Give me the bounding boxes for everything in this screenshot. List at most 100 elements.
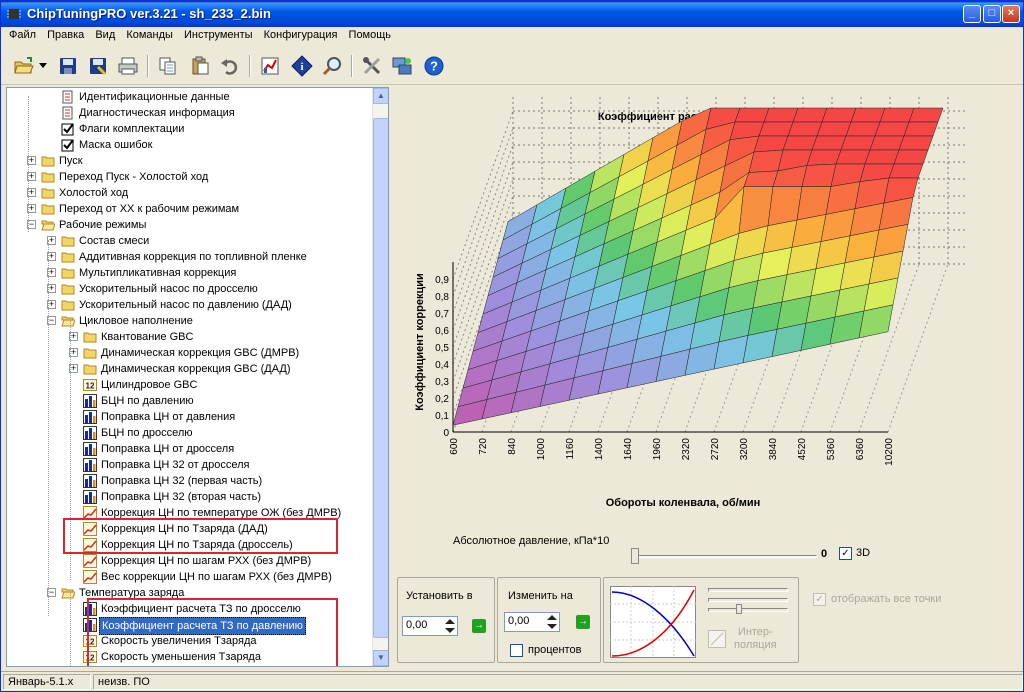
menu-file[interactable]: Файл: [5, 27, 40, 43]
tree-item[interactable]: Поправка ЦН от давления: [7, 409, 373, 425]
set-spinner[interactable]: [442, 617, 458, 635]
menu-tools[interactable]: Инструменты: [180, 27, 257, 43]
tree-item[interactable]: − Цикловое наполнение: [7, 313, 373, 329]
status-ecu: Январь-5.1.x: [3, 674, 91, 690]
interp-slider-thumb[interactable]: [736, 604, 742, 614]
tree-item-label: Динамическая коррекция GBC (ДМРВ): [101, 347, 300, 359]
pressure-slider[interactable]: [631, 548, 817, 564]
menu-commands[interactable]: Команды: [122, 27, 177, 43]
tree-item[interactable]: БЦН по давлению: [7, 393, 373, 409]
undo-icon[interactable]: [217, 53, 243, 79]
scroll-up-button[interactable]: ▲: [373, 88, 388, 104]
bar-chart-icon: [83, 426, 97, 440]
dropdown-arrow-icon[interactable]: [37, 53, 49, 79]
percent-label: процентов: [528, 644, 582, 656]
surface-patch: [874, 121, 910, 137]
tree-item[interactable]: 12 Цилиндровое GBC: [7, 377, 373, 393]
tree-item[interactable]: Поправка ЦН 32 (вторая часть): [7, 489, 373, 505]
checkbox-3d[interactable]: ✓: [839, 547, 852, 560]
interp-slider-2[interactable]: [708, 598, 788, 602]
window-title: ChipTuningPRO ver.3.21 - sh_233_2.bin: [27, 6, 271, 21]
maximize-button[interactable]: □: [983, 5, 1001, 23]
tree-item-label: Поправка ЦН 32 (вторая часть): [101, 491, 262, 503]
x-tick-label: 10200: [884, 438, 895, 466]
menu-edit[interactable]: Правка: [43, 27, 88, 43]
tree-item[interactable]: Диагностическая информация: [7, 105, 373, 121]
tree-item[interactable]: + Ускорительный насос по дросселю: [7, 281, 373, 297]
menu-config[interactable]: Конфигурация: [260, 27, 342, 43]
folder-icon: [83, 346, 97, 360]
doc-icon: [61, 90, 75, 104]
scroll-down-button[interactable]: ▼: [373, 650, 388, 666]
surface-patch: [879, 107, 915, 123]
folder-icon: [41, 154, 55, 168]
slider-thumb[interactable]: [631, 548, 639, 564]
help-icon[interactable]: ?: [421, 53, 447, 79]
tree-item[interactable]: Маска ошибок: [7, 137, 373, 153]
tree-item[interactable]: + Пуск: [7, 153, 373, 169]
tree-item[interactable]: + Переход Пуск - Холостой ход: [7, 169, 373, 185]
tree-item-label: Флаги комплектации: [79, 123, 185, 135]
minimize-button[interactable]: _: [963, 5, 981, 23]
copy-icon[interactable]: [155, 53, 181, 79]
x-tick-label: 3200: [739, 438, 750, 461]
interp-label: Интер- поляция: [734, 626, 777, 651]
change-spinner[interactable]: [544, 613, 560, 631]
change-group: Изменить на 0,00 → процентов: [497, 577, 601, 663]
tree-item[interactable]: + Аддитивная коррекция по топливной пленк…: [7, 249, 373, 265]
percent-checkbox[interactable]: [510, 644, 523, 657]
tree-item[interactable]: + Динамическая коррекция GBC (ДАД): [7, 361, 373, 377]
svg-text:12: 12: [86, 382, 95, 391]
tree-item[interactable]: Поправка ЦН от дросселя: [7, 441, 373, 457]
save-as-icon[interactable]: [85, 53, 111, 79]
info-icon[interactable]: i: [289, 53, 315, 79]
tree-item[interactable]: Поправка ЦН 32 (первая часть): [7, 473, 373, 489]
number-icon: 12: [83, 378, 97, 392]
tree-item[interactable]: Идентификационные данные: [7, 89, 373, 105]
bar-chart-icon: [83, 410, 97, 424]
paste-icon[interactable]: [187, 53, 213, 79]
tree-view[interactable]: Идентификационные данные Диагностическая …: [6, 87, 389, 667]
tree-item[interactable]: + Мультипликативная коррекция: [7, 265, 373, 281]
menu-help[interactable]: Помощь: [345, 27, 396, 43]
tree-item[interactable]: + Переход от ХХ к рабочим режимам: [7, 201, 373, 217]
chart-icon[interactable]: [257, 53, 283, 79]
open-icon[interactable]: [11, 53, 37, 79]
set-group: Установить в 0,00 →: [397, 577, 495, 663]
save-icon[interactable]: [55, 53, 81, 79]
print-icon[interactable]: [115, 53, 141, 79]
tree-item[interactable]: БЦН по дросселю: [7, 425, 373, 441]
scroll-thumb[interactable]: [373, 118, 388, 638]
interp-slider-1[interactable]: [708, 588, 788, 592]
tree-item[interactable]: + Холостой ход: [7, 185, 373, 201]
tree-item[interactable]: Поправка ЦН 32 от дросселя: [7, 457, 373, 473]
interp-slider-3[interactable]: [708, 608, 788, 612]
bar-chart-icon: [83, 394, 97, 408]
surface-patch: [835, 149, 871, 165]
folder-icon: [61, 234, 75, 248]
tree-item[interactable]: + Квантование GBC: [7, 329, 373, 345]
app-chip-icon: [7, 9, 21, 19]
tree-scrollbar[interactable]: ▲ ▼: [372, 88, 388, 666]
tree-item[interactable]: − Рабочие режимы: [7, 217, 373, 233]
surface-patch: [898, 135, 934, 151]
svg-text:?: ?: [430, 59, 438, 74]
tree-item[interactable]: Флаги комплектации: [7, 121, 373, 137]
tree-item[interactable]: + Ускорительный насос по давлению (ДАД): [7, 297, 373, 313]
tools-icon[interactable]: [359, 53, 385, 79]
menu-view[interactable]: Вид: [91, 27, 119, 43]
set-apply-button[interactable]: →: [472, 619, 486, 633]
interpolation-icon[interactable]: [708, 630, 726, 648]
close-button[interactable]: ×: [1002, 5, 1020, 23]
tree-item[interactable]: + Состав смеси: [7, 233, 373, 249]
surface-patch: [763, 107, 799, 123]
tree-item[interactable]: Вес коррекции ЦН по шагам РХХ (без ДМРВ): [7, 569, 373, 585]
search-icon[interactable]: [319, 53, 345, 79]
surface-chart[interactable]: Коэффициент расчета ТЗ по давлению00,10,…: [393, 87, 1023, 567]
x-tick-label: 1400: [594, 438, 605, 461]
tree-item[interactable]: Коррекция ЦН по шагам РХХ (без ДМРВ): [7, 553, 373, 569]
change-apply-button[interactable]: →: [576, 615, 590, 629]
tree-item[interactable]: + Динамическая коррекция GBC (ДМРВ): [7, 345, 373, 361]
show-all-points-checkbox[interactable]: ✓: [813, 593, 826, 606]
network-icon[interactable]: [389, 53, 415, 79]
